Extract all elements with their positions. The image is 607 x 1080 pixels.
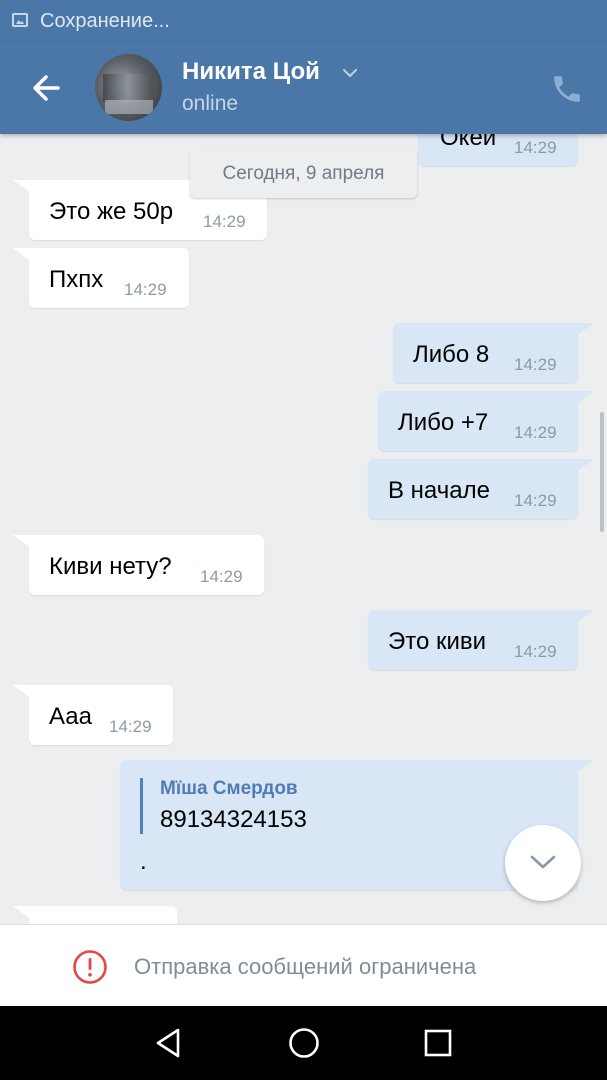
- message-time: 14:29: [200, 567, 243, 586]
- forward-bar: [140, 778, 143, 834]
- arrow-left-icon: [33, 75, 60, 101]
- contact-status: online: [182, 92, 239, 115]
- message-bubble[interactable]: [29, 906, 177, 924]
- system-nav-bar: [0, 1006, 607, 1080]
- date-separator: Сегодня, 9 апреля: [190, 150, 417, 198]
- message-time: 14:29: [514, 355, 557, 374]
- message-time: 14:29: [514, 642, 557, 661]
- scroll-down-button[interactable]: [505, 825, 581, 901]
- forwarded-author[interactable]: Mïша Смердов: [160, 778, 298, 800]
- message-text: В начале: [388, 477, 490, 504]
- message-time: 14:29: [514, 491, 557, 510]
- call-button[interactable]: [550, 72, 584, 106]
- status-text: Сохранение...: [40, 10, 170, 32]
- message-bubble[interactable]: Либо +7 14:29: [378, 391, 578, 451]
- status-bar: Сохранение...: [0, 0, 607, 42]
- message-bubble[interactable]: В начале 14:29: [368, 459, 578, 519]
- message-bubble[interactable]: Это киви 14:29: [368, 610, 578, 670]
- message-bubble[interactable]: Пхпх 14:29: [29, 248, 189, 308]
- message-list[interactable]: Окей 14:29 Сегодня, 9 апреля Это же 50р …: [0, 134, 607, 924]
- nav-recents-button[interactable]: [421, 1026, 455, 1060]
- message-text: Либо +7: [398, 409, 489, 436]
- message-time: 14:29: [124, 280, 167, 299]
- message-text: Это же 50р: [49, 198, 174, 225]
- scrollbar[interactable]: [600, 412, 604, 532]
- chevron-down-icon: [530, 855, 556, 869]
- forwarded-text: 89134324153: [160, 806, 307, 833]
- contact-name[interactable]: Никита Цой: [182, 58, 320, 86]
- phone-icon: [554, 76, 580, 102]
- message-text: Ааа: [49, 703, 92, 730]
- message-bubble[interactable]: Либо 8 14:29: [393, 323, 578, 383]
- message-text: Окей: [440, 134, 497, 151]
- nav-home-button[interactable]: [287, 1026, 321, 1060]
- restriction-text: Отправка сообщений ограничена: [134, 954, 477, 979]
- message-text: Либо 8: [413, 341, 490, 368]
- back-button[interactable]: [28, 72, 68, 104]
- message-bubble[interactable]: Ааа 14:29: [29, 685, 173, 745]
- message-bubble[interactable]: Киви нету? 14:29: [29, 535, 264, 595]
- message-text: Пхпх: [49, 266, 104, 293]
- message-text: Это киви: [388, 628, 487, 655]
- message-text: Киви нету?: [49, 553, 172, 580]
- circle-home-icon: [289, 1028, 319, 1058]
- nav-back-button[interactable]: [152, 1026, 186, 1060]
- message-bubble[interactable]: Окей 14:29: [418, 134, 578, 166]
- chat-header: Никита Цой online: [0, 42, 607, 134]
- message-time: 14:29: [514, 423, 557, 442]
- triangle-back-icon: [156, 1028, 180, 1058]
- exclamation-circle-icon: [73, 950, 107, 984]
- message-time: 14:29: [109, 717, 152, 736]
- square-recents-icon: [424, 1029, 452, 1057]
- restriction-notice: Отправка сообщений ограничена: [0, 924, 607, 1006]
- message-text: .: [140, 848, 147, 875]
- avatar[interactable]: [95, 54, 162, 121]
- message-time: 14:29: [203, 212, 246, 231]
- image-icon: [12, 13, 28, 27]
- chevron-down-icon[interactable]: [342, 68, 358, 78]
- message-time: 14:29: [514, 138, 557, 157]
